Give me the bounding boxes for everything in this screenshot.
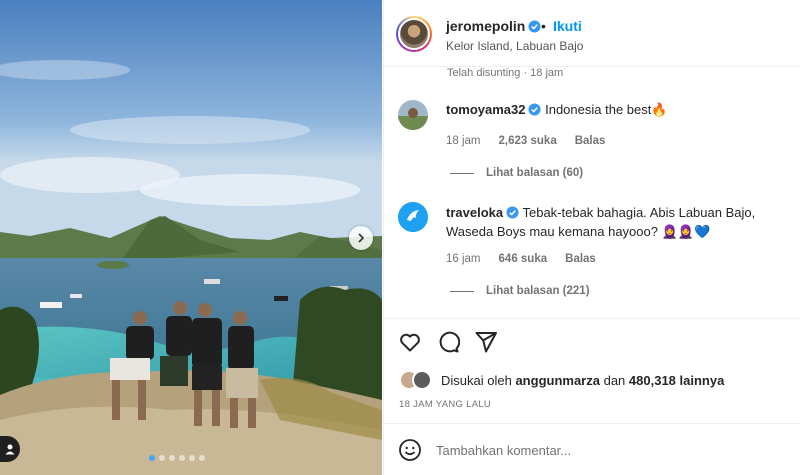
comment-avatar[interactable]: [398, 100, 428, 130]
comment-reply-button[interactable]: Balas: [575, 135, 606, 147]
smiley-icon: [399, 439, 421, 461]
comment-username[interactable]: traveloka: [446, 205, 503, 220]
post-header: jeromepolin • Ikuti Kelor Island, Labuan…: [384, 0, 800, 67]
view-replies-label[interactable]: Lihat balasan (60): [486, 167, 583, 179]
verified-badge-icon: [506, 206, 519, 219]
carousel-dot: [169, 455, 175, 461]
likes-middle: dan: [603, 372, 626, 388]
carousel-dot: [159, 455, 165, 461]
view-replies-button[interactable]: Lihat balasan (221): [450, 285, 590, 297]
comment-input[interactable]: [436, 436, 776, 464]
post-side-panel: jeromepolin • Ikuti Kelor Island, Labuan…: [383, 0, 800, 475]
author-username-text[interactable]: jeromepolin: [446, 18, 525, 34]
comment-likes[interactable]: 2,623 suka: [499, 135, 557, 147]
author-avatar[interactable]: [396, 16, 432, 52]
post-location[interactable]: Kelor Island, Labuan Bajo: [446, 39, 583, 53]
replies-divider: [450, 290, 474, 292]
caption-edited-meta: Telah disunting · 18 jam: [447, 67, 564, 79]
comment-body: traveloka Tebak-tebak bahagia. Abis Labu…: [446, 203, 794, 241]
add-comment-bar: [384, 423, 800, 475]
person-icon: [5, 444, 15, 455]
actions-divider: [384, 318, 800, 319]
verified-badge-icon: [528, 103, 542, 116]
likes-prefix: Disukai oleh: [441, 372, 512, 388]
heart-icon: [400, 333, 420, 352]
avatar-image: [398, 100, 428, 130]
comment-avatar[interactable]: [398, 202, 428, 232]
comment-text: Indonesia the best🔥: [545, 102, 668, 117]
carousel-dot: [199, 455, 205, 461]
carousel-dot: [149, 455, 155, 461]
comment-meta: 16 jam 646 suka Balas: [446, 253, 596, 265]
share-button[interactable]: [474, 330, 498, 354]
view-replies-label[interactable]: Lihat balasan (221): [486, 285, 590, 297]
emoji-button[interactable]: [398, 438, 422, 462]
comment-likes[interactable]: 646 suka: [499, 253, 548, 265]
post-image: [0, 0, 382, 475]
comment-bubble-icon: [439, 331, 461, 353]
verified-badge-icon: [528, 20, 541, 33]
separator-dot: •: [541, 18, 546, 34]
author-username[interactable]: jeromepolin: [446, 18, 541, 34]
view-replies-button[interactable]: Lihat balasan (60): [450, 167, 583, 179]
chevron-right-icon: [358, 233, 365, 243]
comment-time[interactable]: 18 jam: [446, 135, 481, 147]
comment-time[interactable]: 16 jam: [446, 253, 481, 265]
comment-meta: 18 jam 2,623 suka Balas: [446, 135, 605, 147]
replies-divider: [450, 172, 474, 174]
carousel-indicator: [149, 455, 205, 461]
liker-username[interactable]: anggunmarza: [515, 373, 600, 388]
send-paper-plane-icon: [475, 332, 497, 353]
comment-reply-button[interactable]: Balas: [565, 253, 596, 265]
likers-avatars[interactable]: [399, 370, 435, 390]
liker-avatar: [412, 370, 432, 390]
comment-username[interactable]: tomoyama32: [446, 102, 525, 117]
like-button[interactable]: [398, 330, 422, 354]
post-photo[interactable]: [0, 0, 382, 475]
follow-button[interactable]: Ikuti: [553, 18, 582, 34]
likes-summary: Disukai oleh anggunmarza dan 480,318 lai…: [399, 370, 724, 390]
post-timestamp[interactable]: 18 JAM YANG LALU: [399, 399, 491, 410]
comment-body: tomoyama32 Indonesia the best🔥: [446, 100, 791, 119]
comment-button[interactable]: [436, 330, 461, 354]
likes-count[interactable]: 480,318 lainnya: [629, 373, 724, 388]
carousel-dot: [189, 455, 195, 461]
post-actions: [398, 330, 498, 354]
traveloka-bird-icon: [398, 202, 428, 232]
carousel-next-button[interactable]: [349, 226, 373, 250]
carousel-dot: [179, 455, 185, 461]
